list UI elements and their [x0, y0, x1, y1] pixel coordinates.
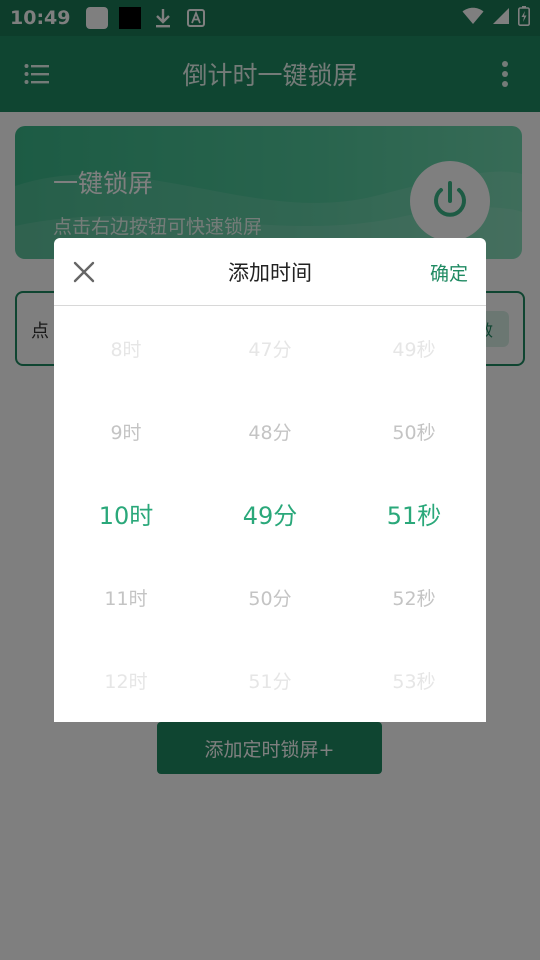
minute-selected[interactable]: 49分: [198, 493, 342, 533]
second-option[interactable]: 49秒: [342, 328, 486, 368]
confirm-button[interactable]: 确定: [430, 259, 468, 286]
hour-selected[interactable]: 10时: [54, 493, 198, 533]
dialog-title: 添加时间: [228, 261, 312, 285]
dialog-header: 添加时间 确定: [54, 238, 486, 306]
minute-option[interactable]: 48分: [198, 411, 342, 451]
minute-wheel[interactable]: 47分 48分 49分 50分 51分: [198, 307, 342, 722]
minute-option[interactable]: 51分: [198, 660, 342, 700]
second-wheel[interactable]: 49秒 50秒 51秒 52秒 53秒: [342, 307, 486, 722]
hour-wheel[interactable]: 8时 9时 10时 11时 12时: [54, 307, 198, 722]
hour-option[interactable]: 9时: [54, 411, 198, 451]
second-option[interactable]: 50秒: [342, 411, 486, 451]
time-picker: 8时 9时 10时 11时 12时 47分 48分 49分 50分 51分 49…: [54, 307, 486, 722]
second-option[interactable]: 53秒: [342, 660, 486, 700]
minute-option[interactable]: 50分: [198, 577, 342, 617]
hour-option[interactable]: 8时: [54, 328, 198, 368]
hour-option[interactable]: 11时: [54, 577, 198, 617]
screen: 10:49 倒计时一键锁: [0, 0, 540, 960]
minute-option[interactable]: 47分: [198, 328, 342, 368]
second-option[interactable]: 52秒: [342, 577, 486, 617]
add-time-dialog: 添加时间 确定 8时 9时 10时 11时 12时 47分 48分 49分 50…: [54, 238, 486, 722]
second-selected[interactable]: 51秒: [342, 493, 486, 533]
hour-option[interactable]: 12时: [54, 660, 198, 700]
